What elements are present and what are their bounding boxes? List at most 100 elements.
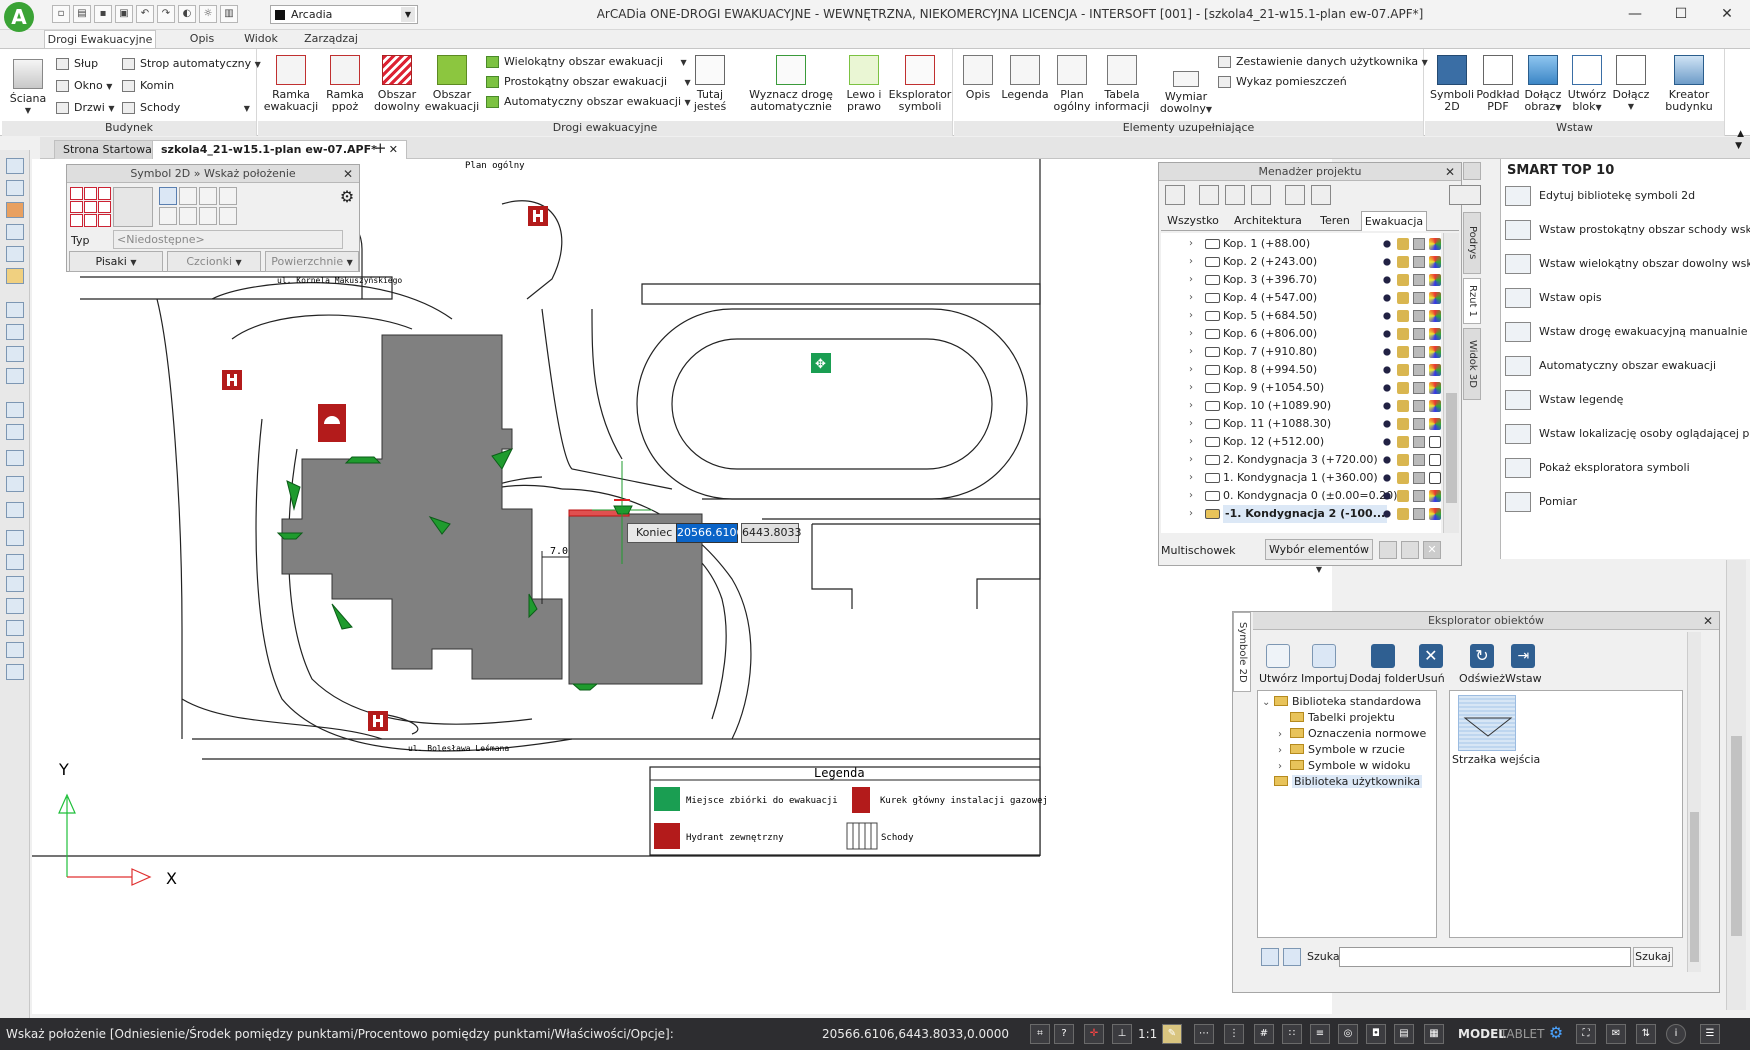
add-level-below-icon[interactable]: [1225, 185, 1245, 205]
lock-icon[interactable]: [1397, 310, 1409, 322]
chevron-right-icon[interactable]: ›: [1189, 289, 1193, 307]
window-button[interactable]: Okno ▼: [54, 77, 112, 95]
gear-icon[interactable]: ⚙: [1546, 1024, 1566, 1044]
selection-cycling-icon[interactable]: ◘: [1366, 1024, 1386, 1044]
visibility-icon[interactable]: [1381, 418, 1393, 430]
color-icon[interactable]: [1429, 238, 1441, 250]
crosshair-icon[interactable]: ✛: [1084, 1024, 1104, 1044]
copy-icon[interactable]: [1379, 541, 1397, 559]
lock-icon[interactable]: [1397, 454, 1409, 466]
print-icon[interactable]: [1413, 274, 1425, 286]
snap-midpoint-icon[interactable]: [219, 187, 237, 205]
info-icon[interactable]: i: [1666, 1024, 1686, 1044]
symbol-preview-icon[interactable]: [113, 187, 153, 227]
description-button[interactable]: Opis: [958, 55, 998, 101]
level-row[interactable]: › Kop. 3 (+396.70): [1161, 271, 1441, 289]
chevron-right-icon[interactable]: ›: [1189, 451, 1193, 469]
exit-marker[interactable]: [571, 683, 599, 691]
lock-icon[interactable]: [1397, 328, 1409, 340]
model-mode[interactable]: MODEL: [1458, 1027, 1506, 1041]
new-tab-icon[interactable]: +: [374, 139, 387, 157]
rect-evac-area-button[interactable]: Prostokątny obszar ewakuacji ▼: [484, 73, 691, 91]
rotate-tool-icon[interactable]: [6, 302, 24, 318]
move-down-icon[interactable]: [1311, 185, 1331, 205]
object-snap-icon[interactable]: ⋯: [1194, 1024, 1214, 1044]
print-icon[interactable]: [1413, 490, 1425, 502]
chevron-right-icon[interactable]: ›: [1189, 325, 1193, 343]
layer-sun-icon[interactable]: ☼: [199, 5, 217, 23]
side-tab-symbole-2d[interactable]: Symbole 2D: [1233, 612, 1251, 692]
door-button[interactable]: Drzwi ▼: [54, 99, 114, 117]
color-icon[interactable]: [1429, 472, 1441, 484]
snap-percent-icon[interactable]: [219, 207, 237, 225]
level-row[interactable]: › Kop. 10 (+1089.90): [1161, 397, 1441, 415]
print-icon[interactable]: [1413, 436, 1425, 448]
attach-image-button[interactable]: Dołącz obraz▼: [1521, 55, 1565, 114]
layer-lock-icon[interactable]: ▥: [220, 5, 238, 23]
auto-route-button[interactable]: Wyznacz drogę automatycznie: [736, 55, 846, 113]
polygon-evac-area-button[interactable]: Wielokątny obszar ewakuacji ▼: [484, 53, 687, 71]
lock-icon[interactable]: [1397, 256, 1409, 268]
color-icon[interactable]: [1429, 310, 1441, 322]
entry-arrow-thumbnail[interactable]: [1458, 695, 1516, 751]
visibility-icon[interactable]: [1381, 256, 1393, 268]
line-tool-icon[interactable]: [6, 502, 24, 518]
point-top-center-icon[interactable]: [84, 187, 97, 200]
tab-widok[interactable]: Widok: [236, 30, 286, 49]
frame-ppoz-button[interactable]: Ramka ppoż: [320, 55, 370, 113]
color-icon[interactable]: [1429, 454, 1441, 466]
chevron-right-icon[interactable]: ›: [1189, 397, 1193, 415]
auto-ceiling-button[interactable]: Strop automatyczny ▼: [120, 55, 261, 73]
level-row[interactable]: › Kop. 7 (+910.80): [1161, 343, 1441, 361]
level-row[interactable]: › Kop. 2 (+243.00): [1161, 253, 1441, 271]
point-bottom-right-icon[interactable]: [98, 214, 111, 227]
visibility-icon[interactable]: [1381, 292, 1393, 304]
pan-tool-icon[interactable]: [6, 324, 24, 340]
measure-tool-icon[interactable]: [6, 402, 24, 418]
point-bottom-left-icon[interactable]: [70, 214, 83, 227]
drawing-svg[interactable]: 7.0 ✥ Plan ogólny ul. Kornela Makuszyńsk…: [32, 159, 1332, 1014]
insert-button[interactable]: ⇥ Wstaw: [1505, 644, 1542, 685]
color-icon[interactable]: [1429, 508, 1441, 520]
close-icon[interactable]: ✕: [1703, 613, 1713, 630]
lock-icon[interactable]: [1397, 364, 1409, 376]
level-row[interactable]: › 2. Kondygnacja 3 (+720.00): [1161, 451, 1441, 469]
search-button[interactable]: Szukaj: [1633, 947, 1673, 967]
level-row[interactable]: › Kop. 12 (+512.00): [1161, 433, 1441, 451]
you-are-here-button[interactable]: Tutaj jesteś: [684, 55, 736, 113]
visibility-icon[interactable]: [1381, 508, 1393, 520]
undo-icon[interactable]: ↶: [136, 5, 154, 23]
visibility-icon[interactable]: [1381, 238, 1393, 250]
user-data-summary-button[interactable]: Zestawienie danych użytkownika ▼: [1216, 53, 1428, 71]
lock-icon[interactable]: [1397, 346, 1409, 358]
rectangle-tool-icon[interactable]: [6, 642, 24, 658]
color-icon[interactable]: [1429, 274, 1441, 286]
color-icon[interactable]: [1429, 400, 1441, 412]
print-icon[interactable]: [1413, 238, 1425, 250]
properties-tool-icon[interactable]: [6, 180, 24, 196]
list-view-icon[interactable]: [1283, 948, 1301, 966]
evac-area-button[interactable]: Obszar ewakuacji: [424, 55, 480, 113]
tab-opis[interactable]: Opis: [180, 30, 224, 49]
polyline-tool-icon[interactable]: [6, 554, 24, 570]
visibility-icon[interactable]: [1381, 454, 1393, 466]
panel-pin-icon[interactable]: [1463, 162, 1481, 180]
text-tool-icon[interactable]: [6, 664, 24, 680]
close-tab-icon[interactable]: ✕: [389, 143, 398, 156]
lock-icon[interactable]: [1397, 436, 1409, 448]
print-icon[interactable]: [1413, 400, 1425, 412]
properties-icon[interactable]: [1165, 185, 1185, 205]
point-bottom-center-icon[interactable]: [84, 214, 97, 227]
refresh-button[interactable]: ↻ Odśwież: [1459, 644, 1505, 685]
stairs-button[interactable]: Schody ▼: [120, 99, 250, 117]
import-button[interactable]: Importuj: [1301, 644, 1348, 685]
point-top-right-icon[interactable]: [98, 187, 111, 200]
visibility-icon[interactable]: [1381, 490, 1393, 502]
ellipse-tool-icon[interactable]: [6, 620, 24, 636]
print-icon[interactable]: [1413, 508, 1425, 520]
symbols-2d-button[interactable]: Symboli 2D: [1429, 55, 1475, 113]
close-button[interactable]: ✕: [1704, 0, 1750, 28]
grid-tool-icon[interactable]: [6, 224, 24, 240]
visibility-icon[interactable]: [1381, 364, 1393, 376]
explorer-scrollbar[interactable]: [1687, 632, 1701, 972]
